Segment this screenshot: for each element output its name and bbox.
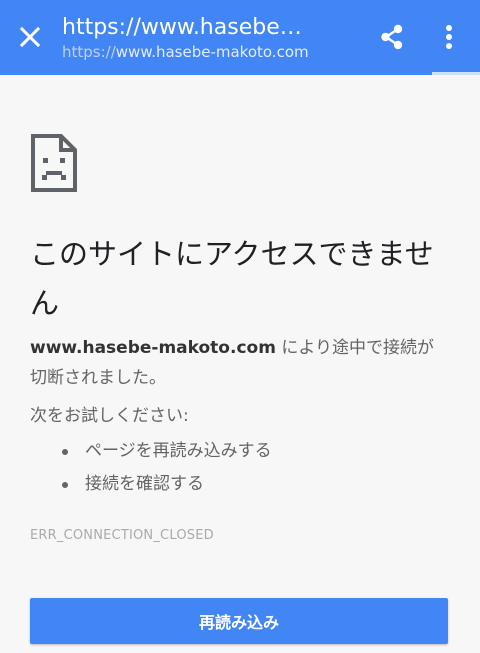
bullet-icon [62,482,68,488]
share-icon [381,24,403,50]
share-button[interactable] [374,19,410,55]
sad-page-icon [31,134,77,192]
close-button[interactable] [12,19,48,55]
suggestions-title: 次をお試しください: [30,406,189,426]
more-menu-button[interactable] [431,19,467,55]
suggestion-item-reload: ページを再読み込みする [58,435,272,468]
reload-button[interactable]: 再読み込み [30,598,448,644]
suggestion-text: ページを再読み込みする [85,441,272,461]
custom-tab-toolbar: https://www.hasebe… https://www.hasebe-m… [0,0,480,75]
url-display[interactable]: https://www.hasebe-makoto.com [62,42,362,62]
error-domain: www.hasebe-makoto.com [30,338,276,358]
error-explanation: www.hasebe-makoto.com により途中で接続が切断されました。 [30,333,450,393]
url-host: www.hasebe-makoto.com [115,43,309,61]
bullet-icon [62,449,68,455]
more-vert-icon [446,25,452,49]
url-scheme: https:// [62,43,116,61]
error-code: ERR_CONNECTION_CLOSED [30,528,214,543]
page-title: https://www.hasebe… [62,15,302,40]
title-block: https://www.hasebe… https://www.hasebe-m… [62,14,362,62]
error-heading: このサイトにアクセスできません [30,237,434,320]
suggestion-item-check-connection: 接続を確認する [58,468,272,501]
page-load-progress-track [0,72,480,75]
page-load-progress-bar [0,72,432,75]
suggestion-text: 接続を確認する [85,474,204,494]
close-icon [19,26,41,48]
suggestions-list: ページを再読み込みする 接続を確認する [58,435,272,501]
